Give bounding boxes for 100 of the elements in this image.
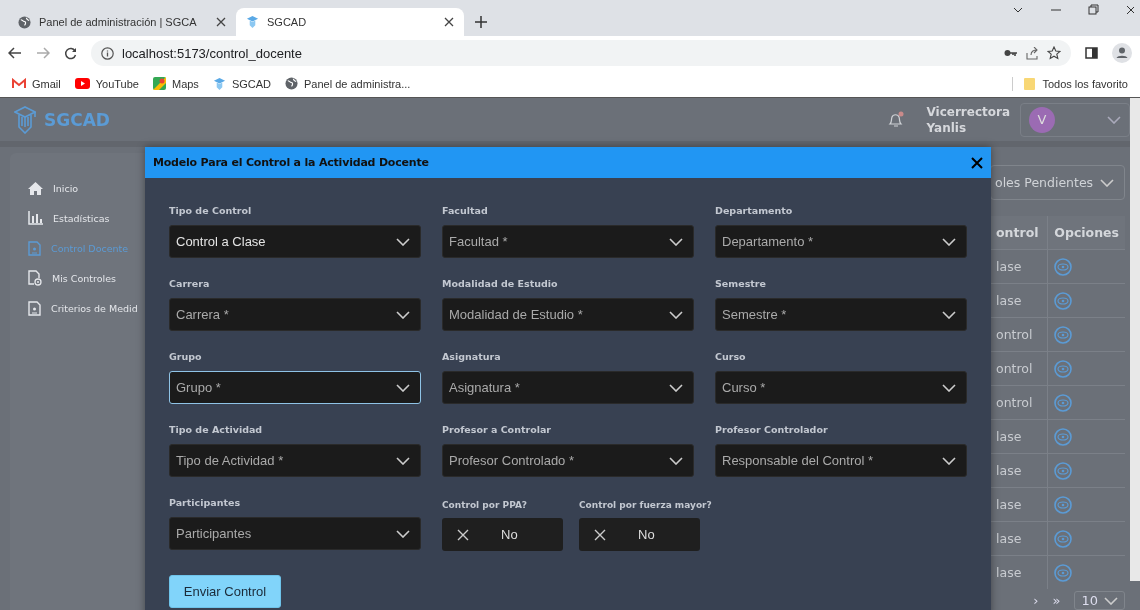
chevron-down-icon [1107,115,1121,124]
share-icon[interactable] [1026,46,1039,60]
column-header: Opciones [1047,216,1125,250]
select-field[interactable]: Semestre * [715,298,967,331]
chevron-down-icon [942,456,956,465]
field-label: Control por fuerza mayor? [579,500,712,512]
bookmark-link[interactable]: SGCAD [212,76,271,91]
bell-icon[interactable] [888,111,905,128]
reload-icon[interactable] [64,46,77,60]
chevron-down-icon [942,237,956,246]
field-label: Tipo de Control [169,205,253,218]
field-label: Profesor a Controlar [442,424,552,437]
key-icon[interactable] [1004,49,1018,57]
bookmark-link[interactable]: YouTube [74,77,139,90]
sidebar-item[interactable]: Estadísticas [10,203,145,233]
play-icon [74,78,90,89]
folder-icon [1023,76,1037,91]
document-eye-icon [28,270,42,286]
chevron-down-icon [669,237,683,246]
page-size-dropdown[interactable]: 10 [1074,591,1125,610]
field-label: Tipo de Actividad [169,424,264,437]
graduation-cap-icon [246,15,259,29]
select-field[interactable]: Participantes [169,517,421,550]
select-field[interactable]: Curso * [715,371,967,404]
select-field[interactable]: Modalidad de Estudio * [442,298,694,331]
chevron-down-icon [396,383,410,392]
close-button[interactable] [971,156,983,169]
bookmark-link[interactable]: Gmail [12,77,61,90]
app-logo-text: SGCAD [44,109,110,130]
field-label: Semestre [715,278,767,291]
bookmark-link[interactable]: Maps [152,77,199,90]
field-label: Carrera [169,278,211,291]
profile-icon[interactable] [1112,43,1132,63]
toggle-button[interactable]: No [442,518,563,551]
close-icon[interactable] [216,17,226,27]
chevron-down-icon [669,456,683,465]
scrollbar[interactable] [1130,98,1140,581]
document-icon [28,300,41,316]
star-icon[interactable] [1047,46,1061,60]
x-icon [457,528,469,541]
select-field[interactable]: Departamento * [715,225,967,258]
close-icon[interactable] [444,17,454,27]
select-field[interactable]: Profesor Controlado * [442,444,694,477]
chevron-down-icon [669,310,683,319]
select-field[interactable]: Control a Clase [169,225,421,258]
chevron-down-icon [396,456,410,465]
browser-tab[interactable]: Panel de administración | SGCA [8,8,236,36]
map-pin-icon [152,77,166,90]
next-page-button[interactable]: › [1033,593,1039,608]
back-arrow-icon[interactable] [8,47,22,59]
chevron-down-icon [1104,596,1118,605]
field-label: Grupo [169,351,203,364]
field-label: Curso [715,351,747,364]
chevron-down-icon [942,310,956,319]
sidebar-item[interactable]: Inicio [10,173,145,203]
select-field[interactable]: Responsable del Control * [715,444,967,477]
close-icon [971,156,983,169]
address-bar[interactable]: localhost:5173/control_docente [91,40,1071,66]
select-field[interactable]: Tipo de Actividad * [169,444,421,477]
chevron-down-icon [396,529,410,538]
browser-tab[interactable]: SGCAD [236,8,464,36]
select-field[interactable]: Asignatura * [442,371,694,404]
field-label: Departamento [715,205,794,218]
close-icon[interactable] [1126,4,1134,16]
select-field[interactable]: Facultad * [442,225,694,258]
chevron-down-icon [669,383,683,392]
user-name: Yanlis [926,119,968,136]
field-label: Profesor Controlador [715,424,829,437]
field-label: Control por PPA? [442,500,528,512]
sidebar-item[interactable]: Criterios de Medid [10,293,145,323]
select-field[interactable]: Carrera * [169,298,421,331]
globe-icon [285,77,298,90]
info-icon [101,46,114,60]
bar-chart-icon [28,211,43,225]
bookmark-link[interactable]: Panel de administra... [285,77,411,90]
last-page-button[interactable]: » [1052,593,1061,608]
field-label: Modalidad de Estudio [442,278,559,291]
column-header: ontrol [990,216,1048,250]
all-bookmarks-link[interactable]: Todos los favorito [1042,77,1128,90]
select-field[interactable]: Grupo * [169,371,421,404]
document-icon [28,240,41,256]
graduation-cap-icon [14,105,36,134]
mail-icon [12,78,26,89]
chevron-down-icon [1100,178,1114,187]
field-label: Facultad [442,205,489,218]
graduation-cap-icon [212,76,226,91]
restore-icon[interactable] [1088,4,1100,16]
chevron-down-icon [942,383,956,392]
sidebar-item[interactable]: Mis Controles [10,263,145,293]
submit-button[interactable]: Enviar Control [169,575,281,608]
user-avatar: V [1029,106,1055,133]
globe-icon [18,15,31,29]
modal-title: Modelo Para el Control a la Actividad Docente [153,156,429,169]
x-icon [594,528,606,541]
chevron-down-icon [396,237,410,246]
user-role: Vicerrectora [926,103,1010,120]
field-label: Participantes [169,497,242,510]
toggle-button[interactable]: No [579,518,700,551]
side-panel-icon[interactable] [1085,47,1098,59]
field-label: Asignatura [442,351,502,364]
